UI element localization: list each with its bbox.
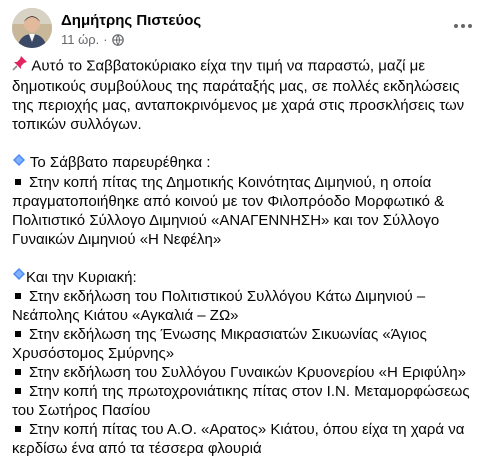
list-item-text: Στην κοπή πίτας της Δημοτικής Κοινότητας… <box>12 173 445 248</box>
list-item-text: Στην εκδήλωση της Ένωσης Μικρασιατών Σικ… <box>12 326 427 363</box>
post-timestamp[interactable]: 11 ώρ. <box>61 32 99 47</box>
list-item: Στην εκδήλωση του Συλλόγου Γυναικών Κρυο… <box>12 363 484 382</box>
saturday-heading: Το Σάββατο παρευρέθηκα : <box>12 153 484 173</box>
author-name[interactable]: Δημήτρης Πιστεύος <box>61 12 201 29</box>
intro-text: Αυτό το Σαββατοκύριακο είχα την τιμή να … <box>12 57 465 133</box>
list-item: Στην εκδήλωση της Ένωσης Μικρασιατών Σικ… <box>12 325 484 363</box>
sunday-heading: Και την Κυριακή: <box>12 268 484 288</box>
post-meta: 11 ώρ. · <box>61 32 124 47</box>
avatar[interactable] <box>12 8 52 48</box>
list-item: Στην κοπή πίτας της Δημοτικής Κοινότητας… <box>12 173 484 249</box>
intro-paragraph: Αυτό το Σαββατοκύριακο είχα την τιμή να … <box>12 56 484 134</box>
blue-diamond-icon <box>12 153 26 172</box>
list-item-text: Στην κοπή της πρωτοχρονιάτικης πίτας στο… <box>12 383 470 420</box>
list-item-text: Στην εκδήλωση του Συλλόγου Γυναικών Κρυο… <box>29 364 467 382</box>
list-item-text: Στην κοπή πίτας του Α.Ο. «Αρατος» Κιάτου… <box>12 421 465 458</box>
more-dots-icon[interactable] <box>447 14 479 38</box>
list-item: Στην κοπή πίτας του Α.Ο. «Αρατος» Κιάτου… <box>12 420 484 458</box>
post-header: Δημήτρης Πιστεύος 11 ώρ. · <box>12 8 481 50</box>
list-item: Στην κοπή της πρωτοχρονιάτικης πίτας στο… <box>12 382 484 420</box>
pushpin-icon <box>12 55 28 76</box>
blue-diamond-icon <box>12 267 26 286</box>
black-square-icon <box>15 178 21 185</box>
globe-icon[interactable] <box>111 33 124 46</box>
facebook-post: Δημήτρης Πιστεύος 11 ώρ. · Αυτό το Σαββα… <box>0 0 493 457</box>
meta-separator: · <box>103 32 108 47</box>
black-square-icon <box>15 293 21 300</box>
sunday-heading-text: Και την Κυριακή: <box>26 268 137 286</box>
post-body: Αυτό το Σαββατοκύριακο είχα την τιμή να … <box>12 56 484 458</box>
saturday-heading-text: Το Σάββατο παρευρέθηκα : <box>29 154 211 171</box>
list-item-text: Στην εκδήλωση του Πολιτιστικού Συλλόγου … <box>12 288 426 325</box>
list-item: Στην εκδήλωση του Πολιτιστικού Συλλόγου … <box>12 287 484 325</box>
black-square-icon <box>15 388 21 395</box>
black-square-icon <box>15 369 21 376</box>
black-square-icon <box>15 331 21 338</box>
black-square-icon <box>15 426 21 433</box>
